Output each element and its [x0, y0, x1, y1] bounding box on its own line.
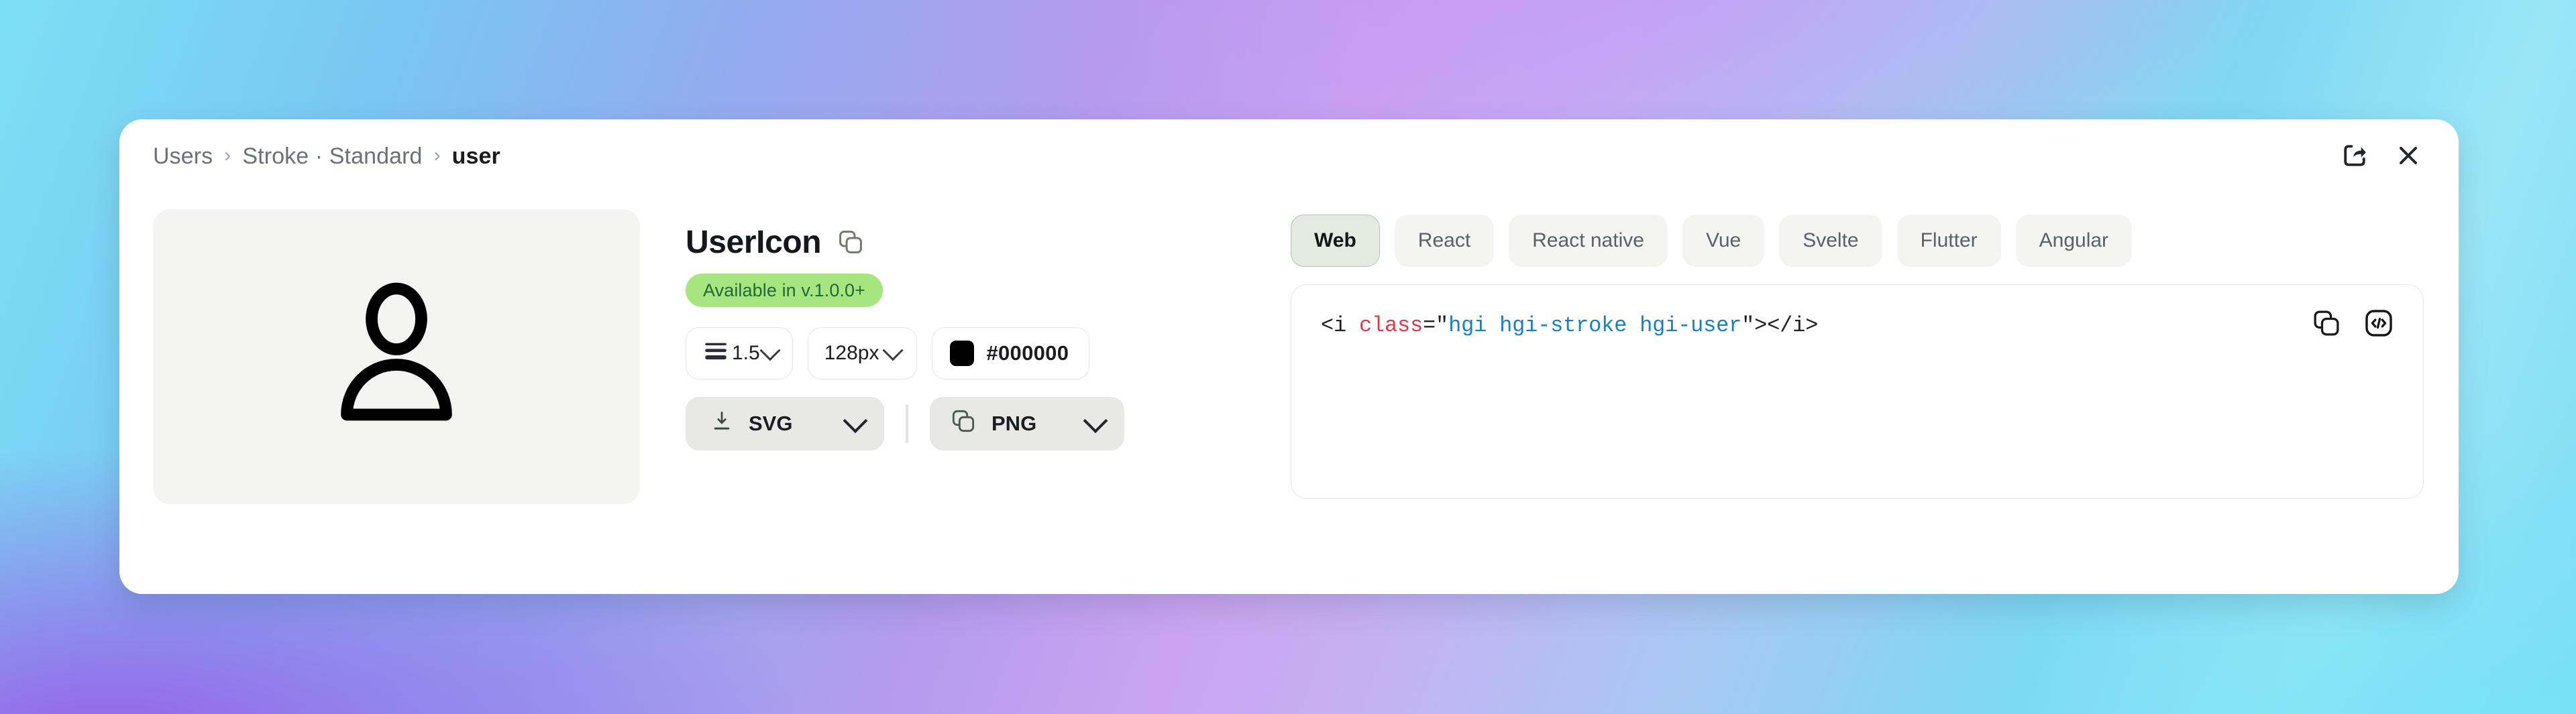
code-close-tag: </i>	[1767, 313, 1819, 338]
breadcrumb-separator: ›	[224, 144, 231, 166]
stroke-width-icon	[702, 339, 729, 367]
code-actions	[2310, 308, 2395, 340]
icon-color-value: #000000	[986, 341, 1069, 365]
status-badge: Available in v.1.0.0+	[686, 274, 883, 307]
icon-size-value: 128px	[824, 342, 879, 364]
icon-preview	[153, 209, 640, 504]
tab-flutter[interactable]: Flutter	[1896, 215, 2001, 267]
download-icon	[710, 409, 734, 438]
icon-color-selector[interactable]: #000000	[932, 327, 1090, 379]
icon-options: 1.5 128px #000000	[686, 327, 1271, 379]
chevron-down-icon	[1083, 408, 1108, 434]
download-actions: SVG PNG	[686, 397, 1271, 451]
tab-angular[interactable]: Angular	[2015, 215, 2133, 267]
icon-size-selector[interactable]: 128px	[807, 327, 918, 379]
copy-code-button[interactable]	[2310, 308, 2343, 340]
tab-svelte[interactable]: Svelte	[1779, 215, 1882, 267]
copy-icon	[837, 228, 865, 258]
code-section: Web React React native Vue Svelte Flutte…	[1271, 209, 2424, 594]
tab-vue[interactable]: Vue	[1682, 215, 1765, 267]
code-snippet[interactable]: <i class="hgi hgi-stroke hgi-user"></i>	[1321, 312, 2394, 340]
copy-png-label: PNG	[991, 412, 1037, 435]
modal-header: Users › Stroke · Standard › user	[119, 119, 2459, 193]
share-button[interactable]	[2339, 141, 2370, 172]
tab-web[interactable]: Web	[1291, 215, 1380, 267]
code-close-quote: ">	[1741, 313, 1768, 338]
header-actions	[2339, 141, 2424, 172]
chevron-down-icon	[759, 340, 781, 361]
color-swatch	[950, 341, 975, 366]
code-class-value: hgi hgi-stroke hgi-user	[1448, 313, 1742, 338]
chevron-down-icon	[843, 408, 868, 434]
close-icon	[2394, 141, 2423, 172]
title-row: UserIcon	[686, 227, 1271, 259]
breadcrumb-item-current: user	[451, 143, 500, 169]
download-divider	[906, 404, 908, 443]
code-open-tag: <i	[1321, 313, 1360, 338]
code-attribute: class	[1359, 313, 1424, 338]
code-equals-quote: ="	[1423, 313, 1449, 338]
tab-react[interactable]: React	[1394, 215, 1495, 267]
download-svg-button[interactable]: SVG	[686, 397, 884, 451]
close-button[interactable]	[2393, 141, 2424, 172]
breadcrumb-separator: ›	[433, 144, 441, 166]
icon-info: UserIcon Available in v.1.0.0+ 1.5 128px…	[640, 209, 1271, 594]
modal-body: UserIcon Available in v.1.0.0+ 1.5 128px…	[119, 193, 2459, 594]
copy-png-button[interactable]: PNG	[930, 397, 1124, 451]
code-icon	[2363, 308, 2394, 341]
copy-icon-name-button[interactable]	[836, 228, 865, 257]
stroke-width-value: 1.5	[732, 342, 760, 364]
copy-icon	[950, 408, 977, 440]
breadcrumb-item-stroke-standard[interactable]: Stroke · Standard	[242, 143, 422, 170]
view-source-button[interactable]	[2363, 308, 2395, 340]
tab-react-native[interactable]: React native	[1509, 215, 1668, 267]
user-icon	[313, 273, 480, 440]
breadcrumb-item-users[interactable]: Users	[153, 143, 213, 170]
share-icon	[2340, 141, 2369, 172]
icon-detail-modal: Users › Stroke · Standard › user UserIco…	[119, 119, 2459, 594]
stroke-width-selector[interactable]: 1.5	[686, 327, 793, 379]
page-title: UserIcon	[686, 225, 822, 260]
chevron-down-icon	[882, 340, 904, 361]
download-svg-label: SVG	[749, 412, 793, 435]
copy-icon	[2311, 308, 2342, 341]
code-panel: <i class="hgi hgi-stroke hgi-user"></i>	[1291, 284, 2424, 499]
breadcrumb: Users › Stroke · Standard › user	[153, 143, 500, 170]
framework-tabs: Web React React native Vue Svelte Flutte…	[1291, 215, 2424, 267]
